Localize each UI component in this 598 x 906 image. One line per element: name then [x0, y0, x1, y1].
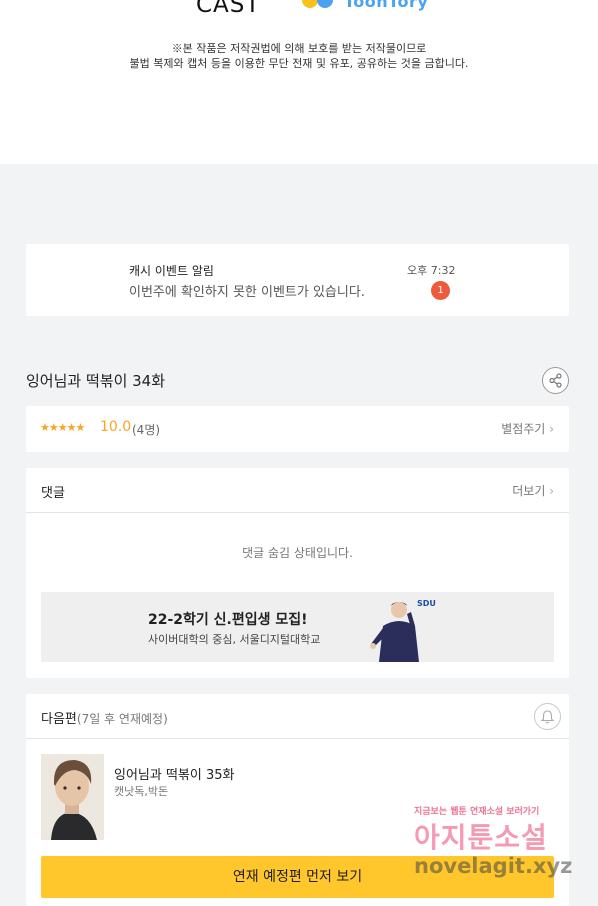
comments-section: 댓글 더보기 › 댓글 숨김 상태입니다. 22-2학기 신.편입생 모집! 사…	[26, 468, 569, 678]
copyright-section: CAST ToonTory ※본 작품은 저작권법에 의해 보호를 받는 저작물…	[0, 0, 598, 164]
next-episode-authors: 캣낫독,박돈	[114, 785, 169, 798]
next-episode-header: 다음편(7일 후 연재예정)	[26, 694, 569, 739]
toontory-logo-mark-icon	[302, 0, 338, 12]
next-episode-thumbnail[interactable]	[41, 754, 104, 840]
next-episode-label-text: 다음편	[41, 712, 77, 727]
rating-bar: ★★★★★ 10.0 (4명) 별점주기 ›	[26, 406, 569, 452]
rating-count: (4명)	[132, 423, 161, 437]
comments-header: 댓글 더보기 ›	[26, 468, 569, 513]
copyright-notice-line2: 불법 복제와 캡처 등을 이용한 무단 전재 및 유포, 공유하는 것을 금합니…	[129, 57, 469, 70]
share-button[interactable]	[542, 367, 569, 394]
notification-badge: 1	[431, 281, 450, 300]
bell-icon	[540, 710, 555, 724]
toontory-logo-text: ToonTory	[344, 0, 429, 11]
notification-time: 오후 7:32	[407, 264, 456, 277]
notification-title: 캐시 이벤트 알림	[129, 264, 214, 278]
rate-button[interactable]: 별점주기 ›	[501, 420, 554, 437]
next-episode-section: 다음편(7일 후 연재예정) 잉어님과 떡볶이 35화 캣낫독,박돈 연재 예정…	[26, 694, 569, 906]
comments-hidden-message: 댓글 숨김 상태입니다.	[242, 546, 353, 560]
cash-event-notification[interactable]: 캐시 이벤트 알림 이번주에 확인하지 못한 이벤트가 있습니다. 오후 7:3…	[26, 244, 569, 316]
episode-character-image	[41, 754, 104, 840]
rating-score: 10.0	[100, 419, 132, 435]
subscribe-alarm-button[interactable]	[534, 703, 561, 730]
next-episode-label: 다음편(7일 후 연재예정)	[41, 708, 168, 727]
sdu-logo: SDU	[417, 599, 436, 608]
episode-title: 잉어님과 떡볶이 34화	[26, 372, 166, 390]
ad-banner[interactable]: 22-2학기 신.편입생 모집! 사이버대학의 중심, 서울디지털대학교 SDU	[41, 592, 554, 662]
rate-button-label: 별점주기	[501, 422, 546, 436]
preview-upcoming-episode-button[interactable]: 연재 예정편 먼저 보기	[41, 856, 554, 898]
cast-logo: CAST	[196, 0, 261, 18]
comments-more-label: 더보기	[512, 484, 546, 498]
comments-label: 댓글	[41, 486, 65, 501]
ad-banner-title: 22-2학기 신.편입생 모집!	[148, 612, 308, 628]
next-episode-title[interactable]: 잉어님과 떡볶이 35화	[114, 764, 235, 783]
chevron-right-icon: ›	[549, 422, 554, 436]
chevron-right-icon: ›	[549, 484, 554, 498]
toontory-logo: ToonTory	[302, 0, 428, 12]
star-rating-icon: ★★★★★	[40, 421, 85, 434]
next-episode-schedule: (7일 후 연재예정)	[76, 712, 168, 726]
notification-message: 이번주에 확인하지 못한 이벤트가 있습니다.	[129, 285, 365, 300]
copyright-notice-line1: ※본 작품은 저작권법에 의해 보호를 받는 저작물이므로	[171, 42, 427, 55]
ad-banner-subtitle: 사이버대학의 중심, 서울디지털대학교	[148, 633, 321, 646]
comments-more-button[interactable]: 더보기 ›	[512, 482, 554, 499]
share-icon	[549, 373, 562, 388]
